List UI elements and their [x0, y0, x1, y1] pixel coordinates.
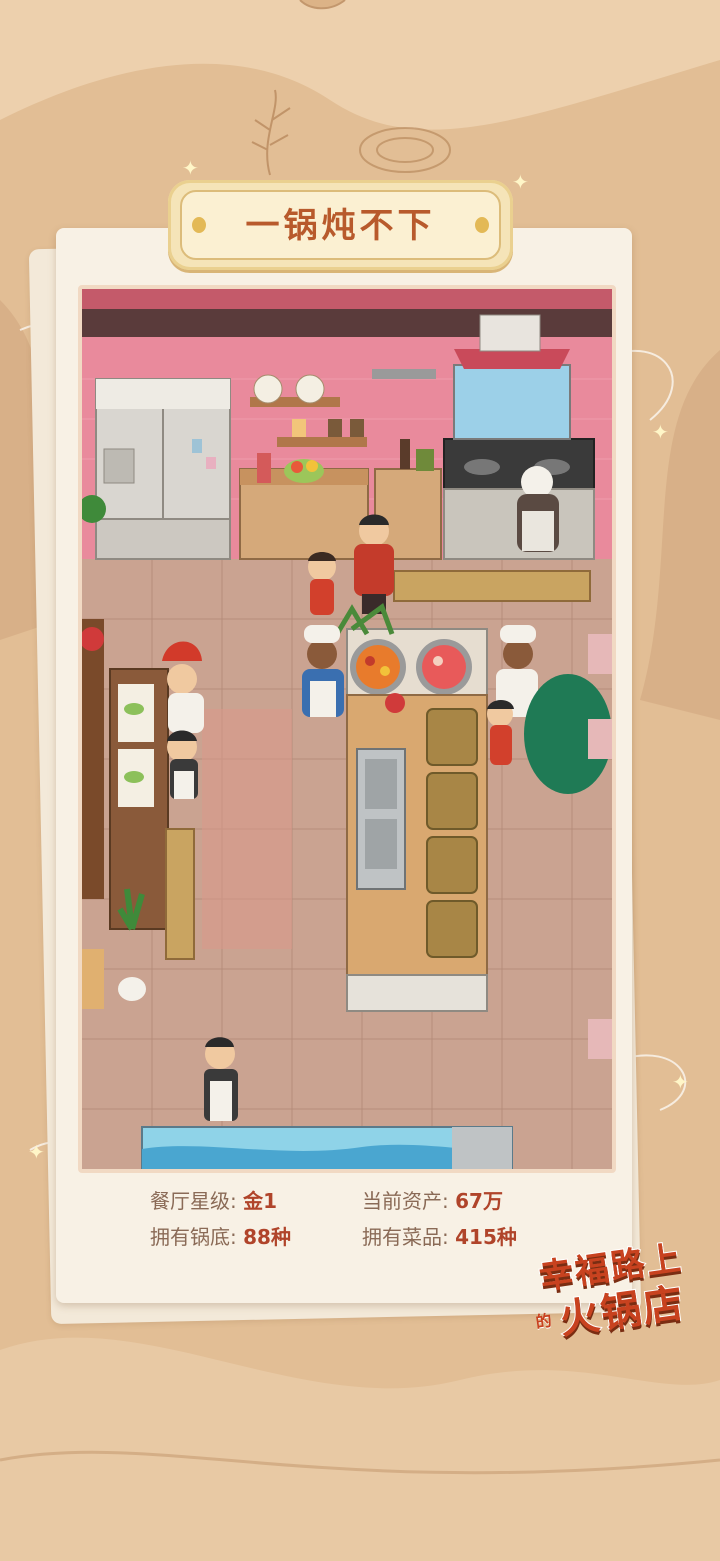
stat-star-label: 餐厅星级: [150, 1189, 237, 1213]
sparkle-icon: ✦ [672, 1070, 689, 1094]
stat-pots-label: 拥有锅底: [150, 1225, 237, 1249]
stat-dishes-label: 拥有菜品: [362, 1225, 449, 1249]
stat-pots-value: 88种 [243, 1225, 291, 1249]
page-title: 一锅炖不下 [245, 206, 436, 246]
stat-star-level: 餐厅星级: 金1 [150, 1183, 277, 1219]
title-banner: 一锅炖不下 [168, 180, 513, 270]
sparkle-icon: ✦ [512, 170, 529, 194]
restaurant-scene [78, 285, 616, 1173]
stat-dishes-value: 415种 [455, 1225, 517, 1249]
sparkle-icon: ✦ [652, 420, 669, 444]
logo-small: 的 [534, 1310, 553, 1332]
stat-assets: 当前资产: 67万 [362, 1183, 503, 1219]
stat-assets-value: 67万 [455, 1189, 503, 1213]
sparkle-icon: ✦ [28, 1140, 45, 1164]
kitchen-illustration [82, 289, 612, 1169]
stat-pots: 拥有锅底: 88种 [150, 1219, 291, 1255]
stat-assets-label: 当前资产: [362, 1189, 449, 1213]
sparkle-icon: ✦ [182, 156, 199, 180]
stat-star-value: 金1 [243, 1189, 278, 1213]
stat-dishes: 拥有菜品: 415种 [362, 1219, 517, 1255]
